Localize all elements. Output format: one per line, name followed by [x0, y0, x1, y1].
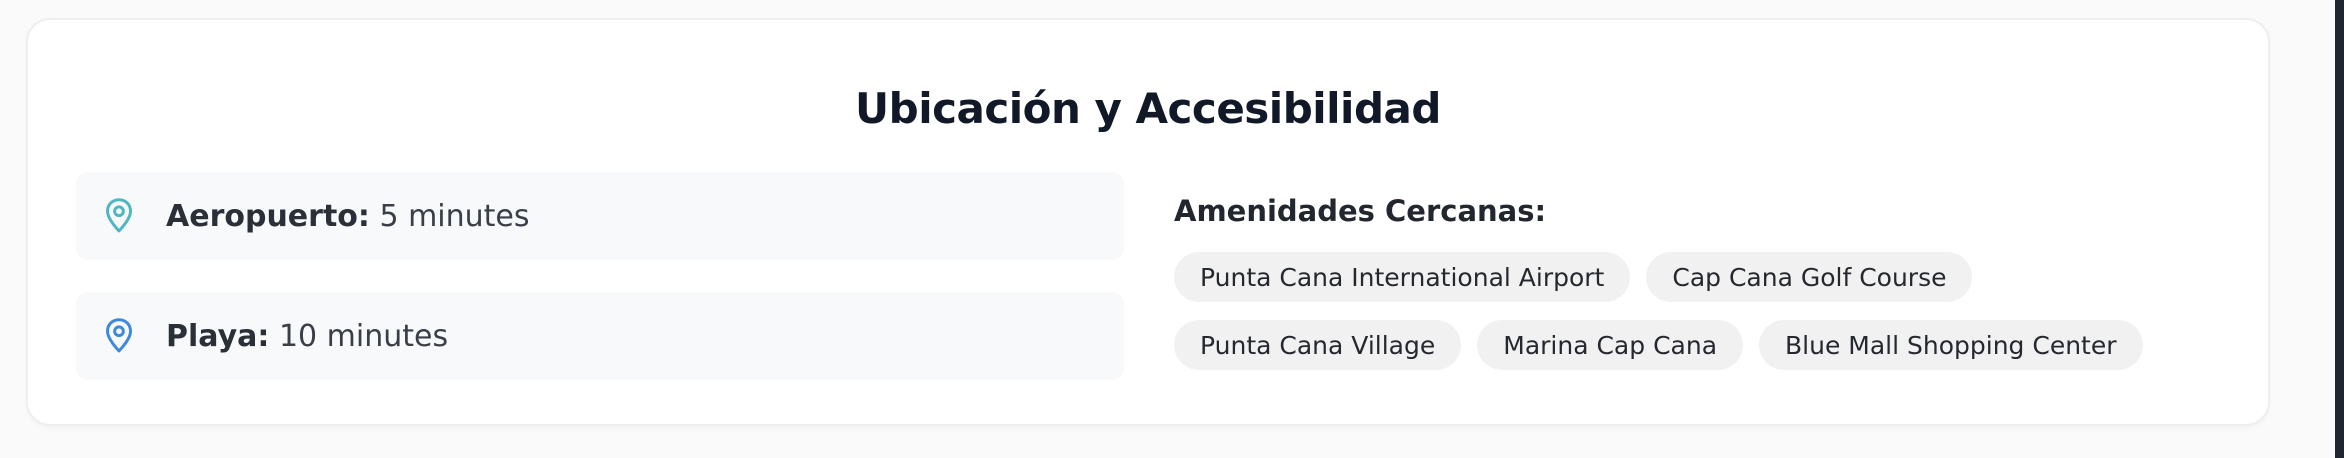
location-item-beach: Playa: 10 minutes	[76, 292, 1124, 380]
nearby-amenities: Amenidades Cercanas: Punta Cana Internat…	[1174, 172, 2254, 370]
location-value: 5 minutes	[379, 198, 530, 234]
map-pin-icon	[105, 198, 133, 233]
location-list: Aeropuerto: 5 minutes Playa: 10 minutes	[76, 172, 1124, 412]
location-label: Playa:	[166, 318, 270, 354]
location-value: 10 minutes	[278, 318, 449, 354]
amenity-chip: Blue Mall Shopping Center	[1759, 320, 2143, 370]
amenities-title: Amenidades Cercanas:	[1174, 194, 1547, 228]
amenity-chip: Punta Cana International Airport	[1174, 252, 1631, 302]
amenity-chip: Punta Cana Village	[1174, 320, 1462, 370]
section-title: Ubicación y Accesibilidad	[855, 84, 1441, 133]
location-text: Playa: 10 minutes	[166, 319, 448, 354]
location-card: Ubicación y Accesibilidad Aeropuerto: 5 …	[26, 18, 2270, 426]
location-label: Aeropuerto:	[166, 198, 370, 234]
location-item-airport: Aeropuerto: 5 minutes	[76, 172, 1124, 260]
amenity-chip: Marina Cap Cana	[1477, 320, 1744, 370]
location-text: Aeropuerto: 5 minutes	[166, 199, 530, 234]
map-pin-icon	[105, 318, 133, 353]
window-edge	[2335, 0, 2344, 458]
amenity-chip: Cap Cana Golf Course	[1646, 252, 1973, 302]
amenity-chip-list: Punta Cana International Airport Cap Can…	[1174, 252, 2254, 370]
